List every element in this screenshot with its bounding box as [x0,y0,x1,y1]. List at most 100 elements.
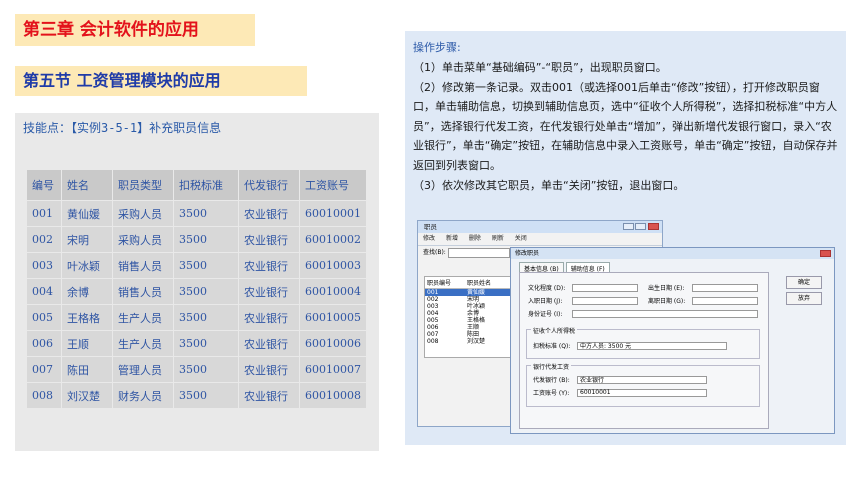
maximize-icon[interactable] [635,223,646,230]
list-item-name: 王格格 [467,317,486,324]
bank-select[interactable]: 农业银行 [577,375,707,384]
add-button[interactable]: 新增 [446,235,458,242]
list-item-id: 001 [427,289,439,296]
tax-select[interactable]: 中方人员: 3500 元 [577,341,727,350]
aux-info-page: 文化程度 (D): 出生日期 (E): 入职日期 (J): 离职日期 (G): … [519,272,769,429]
cell-tax-standard: 3500 [174,253,238,278]
list-item-id: 006 [427,324,439,331]
col-type: 职员类型 [113,170,173,200]
table-row: 004 余博 销售人员 3500 农业银行 60010004 [27,279,366,304]
col-tax-standard: 扣税标准 [174,170,238,200]
join-field: 入职日期 (J): [528,296,638,305]
refresh-button[interactable]: 刷新 [492,235,504,242]
account-label: 工资账号 (Y): [533,390,570,397]
cell-bank: 农业银行 [239,201,299,226]
cell-type: 生产人员 [113,305,173,330]
list-item-name: 余博 [467,310,480,317]
birth-field: 出生日期 (E): [648,283,758,292]
window-titlebar: 职员 [418,221,662,233]
account-input[interactable]: 60010001 [577,388,707,397]
cell-name: 王顺 [62,331,112,356]
cell-tax-standard: 3500 [174,331,238,356]
step-item: （3）依次修改其它职员，单击“关闭”按钮，退出窗口。 [413,178,685,192]
cell-tax-standard: 3500 [174,357,238,382]
tax-group-title[interactable]: 征收个人所得税 [531,326,578,335]
culture-field: 文化程度 (D): [528,283,638,292]
list-item-name: 陈田 [467,331,480,338]
search-input[interactable] [447,247,510,258]
chapter-title: 第三章 会计软件的应用 [15,14,255,46]
id-input[interactable] [572,309,758,318]
cell-name: 黄仙媛 [62,201,112,226]
cell-account: 60010004 [300,279,366,304]
cell-tax-standard: 3500 [174,201,238,226]
dialog-close-icon[interactable] [820,250,831,257]
leave-select[interactable] [692,296,758,305]
leave-label: 离职日期 (G): [648,298,686,305]
cell-type: 采购人员 [113,227,173,252]
delete-button[interactable]: 删除 [469,235,481,242]
window-toolbar: 修改 新增 删除 刷新 关闭 [418,233,662,246]
cell-bank: 农业银行 [239,305,299,330]
cell-account: 60010001 [300,201,366,226]
table-row: 007 陈田 管理人员 3500 农业银行 60010007 [27,357,366,382]
id-field: 身份证号 (I): [528,309,758,318]
tax-group: 征收个人所得税 扣税标准 (Q): 中方人员: 3500 元 [526,326,760,359]
list-item-id: 005 [427,317,439,324]
cell-bank: 农业银行 [239,227,299,252]
cell-name: 叶冰颖 [62,253,112,278]
steps-panel: 操作步骤: （1）单击菜单“基础编码”-“职员”，出现职员窗口。 （2）修改第一… [405,31,846,445]
close-button[interactable]: 关闭 [515,235,527,242]
cell-name: 宋明 [62,227,112,252]
cell-type: 销售人员 [113,279,173,304]
table-header-row: 编号 姓名 职员类型 扣税标准 代发银行 工资账号 [27,170,366,200]
confirm-button[interactable]: 确定 [786,276,822,289]
cell-account: 60010002 [300,227,366,252]
table-row: 005 王格格 生产人员 3500 农业银行 60010005 [27,305,366,330]
cell-id: 003 [27,253,61,278]
staff-panel: 技能点：【实例3-5-1】补充职员信息 编号 姓名 职员类型 扣税标准 代发银行… [15,113,379,451]
culture-label: 文化程度 (D): [528,285,566,292]
list-item-name: 黄仙媛 [467,289,486,296]
cell-id: 007 [27,357,61,382]
minimize-icon[interactable] [623,223,634,230]
cell-account: 60010008 [300,383,366,408]
staff-table: 编号 姓名 职员类型 扣税标准 代发银行 工资账号 001 黄仙媛 采购人员 3500… [26,169,367,409]
table-row: 001 黄仙媛 采购人员 3500 农业银行 60010001 [27,201,366,226]
cell-id: 008 [27,383,61,408]
cell-id: 005 [27,305,61,330]
skill-point: 技能点：【实例3-5-1】补充职员信息 [23,121,222,135]
cell-type: 管理人员 [113,357,173,382]
edit-staff-dialog: 修改职员 基本信息 (B) 辅助信息 (F) 文化程度 (D): 出生日期 (E… [510,247,835,434]
cell-bank: 农业银行 [239,253,299,278]
table-row: 003 叶冰颖 销售人员 3500 农业银行 60010003 [27,253,366,278]
table-row: 006 王顺 生产人员 3500 农业银行 60010006 [27,331,366,356]
close-icon[interactable] [648,223,659,230]
list-item-name: 刘汉楚 [467,338,486,345]
cancel-button[interactable]: 放弃 [786,292,822,305]
col-id: 编号 [27,170,61,200]
id-label: 身份证号 (I): [528,311,563,318]
list-item-id: 003 [427,303,439,310]
culture-select[interactable] [572,283,638,292]
col-name: 姓名 [62,170,112,200]
edit-button[interactable]: 修改 [423,235,435,242]
join-select[interactable] [572,296,638,305]
cell-id: 006 [27,331,61,356]
col-account: 工资账号 [300,170,366,200]
cell-account: 60010006 [300,331,366,356]
cell-name: 陈田 [62,357,112,382]
cell-tax-standard: 3500 [174,279,238,304]
birth-select[interactable] [692,283,758,292]
cell-type: 生产人员 [113,331,173,356]
cell-name: 余博 [62,279,112,304]
cell-id: 001 [27,201,61,226]
cell-tax-standard: 3500 [174,305,238,330]
cell-id: 002 [27,227,61,252]
list-item-id: 002 [427,296,439,303]
bank-group-title[interactable]: 银行代发工资 [531,362,572,371]
cell-name: 刘汉楚 [62,383,112,408]
cell-bank: 农业银行 [239,383,299,408]
steps-list: （1）单击菜单“基础编码”-“职员”，出现职员窗口。 （2）修改第一条记录。双击… [413,58,839,195]
cell-tax-standard: 3500 [174,227,238,252]
